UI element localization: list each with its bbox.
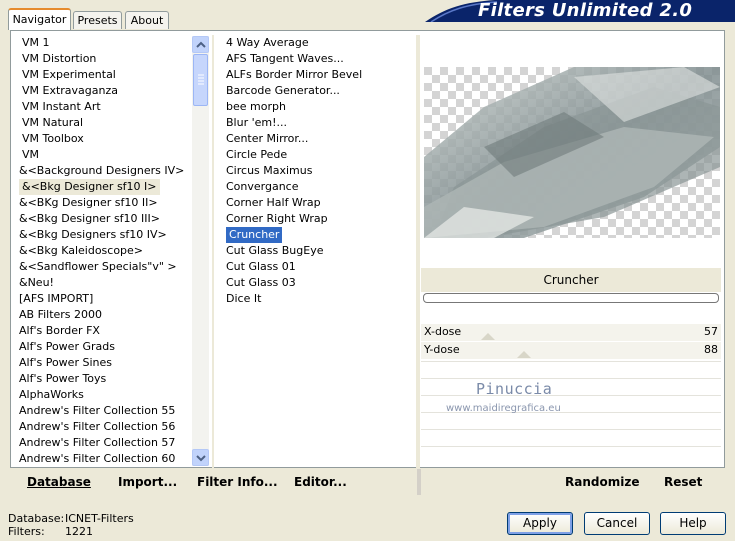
randomize-button[interactable]: Randomize bbox=[565, 474, 639, 490]
category-item[interactable]: Andrew's Filter Collection 60 bbox=[16, 451, 191, 467]
category-item[interactable]: VM Natural bbox=[16, 115, 191, 131]
filter-item[interactable]: bee morph bbox=[224, 99, 414, 115]
database-value: ICNET-Filters bbox=[65, 512, 134, 525]
filter-item[interactable]: Corner Right Wrap bbox=[224, 211, 414, 227]
slider-empty bbox=[421, 446, 721, 463]
filter-list[interactable]: 4 Way Average AFS Tangent Waves... ALFs Bo… bbox=[224, 35, 414, 467]
pane-divider bbox=[212, 35, 214, 468]
import-button[interactable]: Import... bbox=[118, 474, 177, 490]
slider-track bbox=[481, 333, 495, 340]
chevron-up-icon bbox=[196, 41, 206, 48]
category-item[interactable]: &<Sandflower Specials"v" > bbox=[16, 259, 191, 275]
cancel-button[interactable]: Cancel bbox=[584, 512, 650, 535]
filter-item[interactable]: Cut Glass 03 bbox=[224, 275, 414, 291]
category-item-selected[interactable]: &<Bkg Designer sf10 I> bbox=[19, 179, 160, 195]
slider-empty bbox=[421, 378, 721, 395]
category-item[interactable]: AB Filters 2000 bbox=[16, 307, 191, 323]
slider-empty bbox=[421, 412, 721, 429]
filter-item[interactable]: Cut Glass BugEye bbox=[224, 243, 414, 259]
help-button[interactable]: Help bbox=[660, 512, 726, 535]
category-item[interactable]: VM 1 bbox=[16, 35, 191, 51]
slider-empty bbox=[421, 361, 721, 378]
category-item[interactable]: Andrew's Filter Collection 56 bbox=[16, 419, 191, 435]
category-item[interactable]: &<BKg Designer sf10 II> bbox=[16, 195, 191, 211]
scroll-down-button[interactable] bbox=[192, 449, 209, 466]
filter-preview-image bbox=[424, 67, 720, 238]
category-item[interactable]: Alf's Border FX bbox=[16, 323, 191, 339]
slider-value: 57 bbox=[704, 325, 718, 338]
apply-button[interactable]: Apply bbox=[507, 512, 573, 535]
filter-item[interactable]: Circus Maximus bbox=[224, 163, 414, 179]
app-title: Filters Unlimited 2.0 bbox=[478, 0, 693, 21]
slider-track bbox=[517, 351, 531, 358]
filter-item-selected[interactable]: Cruncher bbox=[226, 227, 283, 243]
category-item[interactable]: Andrew's Filter Collection 55 bbox=[16, 403, 191, 419]
database-label: Database: bbox=[8, 512, 65, 525]
filter-item[interactable]: Center Mirror... bbox=[224, 131, 414, 147]
editor-button[interactable]: Editor... bbox=[294, 474, 347, 490]
filter-item[interactable]: Cut Glass 01 bbox=[224, 259, 414, 275]
filter-item[interactable]: Dice It bbox=[224, 291, 414, 307]
category-item[interactable]: VM Extravaganza bbox=[16, 83, 191, 99]
scroll-up-button[interactable] bbox=[192, 36, 209, 53]
category-item[interactable]: Alf's Power Toys bbox=[16, 371, 191, 387]
category-item[interactable]: Andrew's Filter Collection 57 bbox=[16, 435, 191, 451]
watermark-url: www.maidiregrafica.eu bbox=[446, 403, 561, 414]
tab-navigator[interactable]: Navigator bbox=[8, 8, 71, 30]
filter-item[interactable]: AFS Tangent Waves... bbox=[224, 51, 414, 67]
category-list[interactable]: VM 1 VM Distortion VM Experimental VM Extra… bbox=[16, 35, 191, 467]
tab-about[interactable]: About bbox=[125, 11, 169, 29]
filters-count-value: 1221 bbox=[65, 525, 93, 538]
watermark-name: Pinuccia bbox=[476, 380, 553, 398]
category-item[interactable]: &<Background Designers IV> bbox=[16, 163, 191, 179]
progress-bar bbox=[423, 293, 719, 303]
filter-item[interactable]: ALFs Border Mirror Bevel bbox=[224, 67, 414, 83]
filter-item[interactable]: Blur 'em!... bbox=[224, 115, 414, 131]
category-item[interactable]: Alf's Power Sines bbox=[16, 355, 191, 371]
category-item[interactable]: AlphaWorks bbox=[16, 387, 191, 403]
category-item[interactable]: VM bbox=[16, 147, 191, 163]
category-item[interactable]: VM Toolbox bbox=[16, 131, 191, 147]
category-item[interactable]: VM Instant Art bbox=[16, 99, 191, 115]
tab-presets[interactable]: Presets bbox=[73, 11, 122, 29]
category-scrollbar[interactable] bbox=[192, 36, 209, 466]
filter-item[interactable]: Corner Half Wrap bbox=[224, 195, 414, 211]
category-item[interactable]: VM Experimental bbox=[16, 67, 191, 83]
reset-button[interactable]: Reset bbox=[664, 474, 702, 490]
filter-item[interactable]: Barcode Generator... bbox=[224, 83, 414, 99]
chevron-down-icon bbox=[196, 455, 206, 462]
filter-title: Cruncher bbox=[421, 268, 721, 292]
filter-item[interactable]: Cruncher bbox=[224, 227, 414, 243]
slider-value: 88 bbox=[704, 343, 718, 356]
pane-divider bbox=[416, 35, 420, 468]
filter-item[interactable]: 4 Way Average bbox=[224, 35, 414, 51]
category-item[interactable]: [AFS IMPORT] bbox=[16, 291, 191, 307]
category-item[interactable]: &<Bkg Designers sf10 IV> bbox=[16, 227, 191, 243]
filter-info-button[interactable]: Filter Info... bbox=[197, 474, 278, 490]
filters-count-label: Filters: bbox=[8, 525, 45, 538]
slider-y-dose[interactable]: Y-dose 88 bbox=[421, 342, 721, 359]
scroll-thumb[interactable] bbox=[193, 54, 208, 106]
category-item[interactable]: &<Bkg Kaleidoscope> bbox=[16, 243, 191, 259]
category-item[interactable]: &<Bkg Designer sf10 I> bbox=[16, 179, 191, 195]
slider-empty bbox=[421, 429, 721, 446]
database-button[interactable]: Database bbox=[27, 474, 91, 490]
slider-x-dose[interactable]: X-dose 57 bbox=[421, 324, 721, 341]
category-item[interactable]: &<Bkg Designer sf10 III> bbox=[16, 211, 191, 227]
category-item[interactable]: Alf's Power Grads bbox=[16, 339, 191, 355]
filter-item[interactable]: Convergance bbox=[224, 179, 414, 195]
category-item[interactable]: VM Distortion bbox=[16, 51, 191, 67]
category-item[interactable]: &Neu! bbox=[16, 275, 191, 291]
filter-item[interactable]: Circle Pede bbox=[224, 147, 414, 163]
